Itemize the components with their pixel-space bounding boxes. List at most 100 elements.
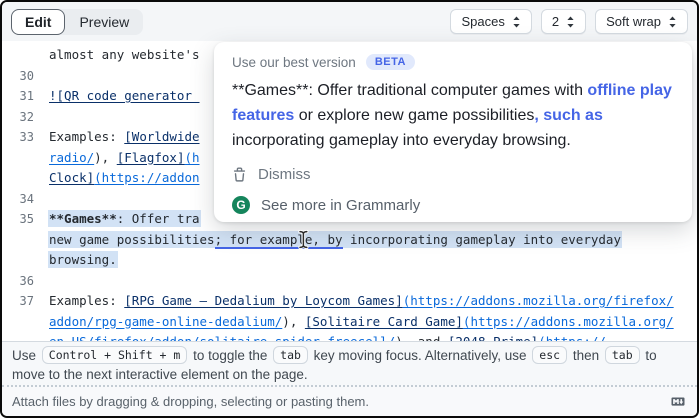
code-span: ; for example, by — [215, 232, 343, 249]
code-span: (https://addon — [94, 170, 199, 185]
attach-hint: Attach files by dragging & dropping, sel… — [12, 394, 369, 409]
code-span: [Worldwide — [124, 129, 199, 144]
indent-mode-select[interactable]: Spaces — [450, 9, 531, 34]
line-number — [2, 312, 47, 333]
code-span: ), — [94, 150, 117, 165]
status-text: then — [569, 348, 603, 363]
code-span: incorporating gameplay into everyday — [343, 232, 621, 247]
edit-preview-tabs: Edit Preview — [11, 9, 143, 35]
see-more-link[interactable]: G See more in Grammarly — [232, 196, 674, 214]
editor-row[interactable]: addon/rpg-game-online-dedalium/), [Solit… — [2, 312, 697, 333]
code-span: (h — [184, 150, 199, 165]
code-text: Examples: [Worldwide — [49, 129, 200, 144]
markdown-editor-window: Edit Preview Spaces 2 Soft wrap — [0, 0, 699, 418]
line-number — [2, 250, 47, 271]
code-span: ), — [282, 314, 305, 329]
line-number: 35 — [2, 209, 47, 230]
suggestion-segment: or explore new game possibilities — [294, 107, 534, 124]
chevron-up-down-icon — [512, 16, 521, 28]
code-span: ![QR code generator — [49, 88, 200, 103]
trash-icon — [232, 167, 247, 183]
kbd-shortcut: esc — [532, 346, 567, 364]
code-span: [Flagfox] — [117, 150, 185, 165]
code-span: **Games** — [49, 211, 117, 226]
code-span: new game possibilities — [49, 232, 215, 247]
grammarly-g-icon: G — [232, 196, 250, 214]
selected-text: **Games**: Offer tra — [49, 211, 200, 226]
status-text: to toggle the — [189, 348, 271, 363]
dismiss-label: Dismiss — [258, 166, 311, 183]
line-number: 32 — [2, 107, 47, 128]
indent-size-value: 2 — [552, 14, 559, 29]
suggestion-text[interactable]: **Games**: Offer traditional computer ga… — [232, 78, 674, 153]
kbd-shortcut: tab — [273, 346, 308, 364]
wrap-mode-select[interactable]: Soft wrap — [595, 9, 688, 34]
popup-title: Use our best version — [232, 55, 356, 70]
code-span: [Solitaire Card Game] — [305, 314, 463, 329]
popup-header: Use our best version BETA — [232, 54, 674, 70]
line-number: 34 — [2, 189, 47, 210]
line-number: 33 — [2, 127, 47, 148]
line-number — [2, 332, 47, 341]
code-text: en-US/firefox/addon/solitaire-spider-fre… — [49, 334, 606, 341]
grammarly-suggestion-popup: Use our best version BETA **Games**: Off… — [214, 42, 692, 222]
code-span: en-US/firefox/addon/solitaire-spider-fre… — [49, 334, 395, 341]
line-number: 30 — [2, 66, 47, 87]
suggestion-segment: incorporating gameplay into everyday bro… — [232, 132, 571, 149]
attach-files-area[interactable]: Attach files by dragging & dropping, sel… — [2, 385, 697, 416]
code-text: ![QR code generator — [49, 88, 200, 103]
code-text: almost any website's — [49, 47, 200, 62]
selected-text: new game possibilities; for example, by … — [49, 232, 621, 247]
code-span: (https://addons.mozilla.org/firefox/ — [403, 293, 674, 308]
code-span: : Offer tra — [117, 211, 200, 226]
code-span: addon/rpg-game-online-dedalium/ — [49, 314, 282, 329]
code-span: radio/ — [49, 150, 94, 165]
dismiss-button[interactable]: Dismiss — [232, 166, 674, 183]
see-more-label: See more in Grammarly — [261, 197, 420, 214]
selected-text: browsing. — [49, 252, 117, 267]
editor-settings: Spaces 2 Soft wrap — [450, 9, 688, 34]
code-span: browsing. — [49, 252, 117, 267]
tab-edit[interactable]: Edit — [11, 9, 65, 35]
beta-badge: BETA — [366, 54, 415, 70]
code-span: ), and — [395, 334, 448, 341]
code-span: [RPG Game — Dedalium by Loycom Games] — [124, 293, 402, 308]
code-span: Examples: — [49, 293, 124, 308]
wrap-mode-value: Soft wrap — [606, 14, 661, 29]
code-span: (https://addons.mozilla.org/ — [463, 314, 674, 329]
line-number — [2, 168, 47, 189]
code-text: Clock](https://addon — [49, 170, 200, 185]
code-text: radio/), [Flagfox](h — [49, 150, 200, 165]
indent-mode-value: Spaces — [461, 14, 504, 29]
suggested-change: , such as — [534, 107, 602, 124]
kbd-shortcut: tab — [605, 346, 640, 364]
editor-toolbar: Edit Preview Spaces 2 Soft wrap — [2, 2, 697, 41]
kbd-shortcut: Control + Shift + m — [42, 346, 188, 364]
editor-row[interactable]: 37Examples: [RPG Game — Dedalium by Loyc… — [2, 291, 697, 312]
code-span: (https:// — [538, 334, 606, 341]
code-span: [2048 Prime] — [448, 334, 538, 341]
line-number: 36 — [2, 271, 47, 292]
markdown-icon[interactable] — [669, 395, 687, 408]
code-span: almost any website's — [49, 47, 200, 62]
line-number: 37 — [2, 291, 47, 312]
code-span: Examples: — [49, 129, 124, 144]
editor-row[interactable]: en-US/firefox/addon/solitaire-spider-fre… — [2, 332, 697, 341]
chevron-up-down-icon — [566, 16, 575, 28]
code-text: Examples: [RPG Game — Dedalium by Loycom… — [49, 293, 674, 308]
editor-row[interactable]: new game possibilities; for example, by … — [2, 230, 697, 251]
editor-row[interactable]: 36 — [2, 271, 697, 292]
line-number — [2, 148, 47, 169]
status-text: Use — [12, 348, 40, 363]
line-number: 31 — [2, 86, 47, 107]
editor-row[interactable]: browsing. — [2, 250, 697, 271]
tab-preview[interactable]: Preview — [65, 10, 143, 34]
accessibility-statusbar: Use Control + Shift + m to toggle the ta… — [2, 341, 697, 385]
indent-size-select[interactable]: 2 — [541, 9, 586, 34]
code-span: Clock] — [49, 170, 94, 185]
status-text: key moving focus. Alternatively, use — [310, 348, 530, 363]
suggestion-segment: **Games**: Offer traditional computer ga… — [232, 82, 587, 99]
chevron-up-down-icon — [668, 16, 677, 28]
line-number — [2, 45, 47, 66]
code-text: addon/rpg-game-online-dedalium/), [Solit… — [49, 314, 674, 329]
